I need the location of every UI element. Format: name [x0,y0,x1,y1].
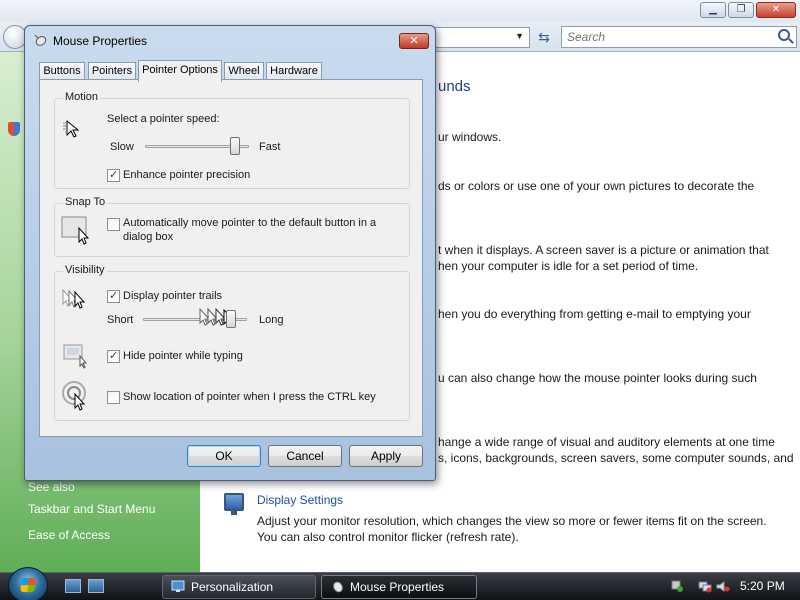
snap-to-checkbox[interactable] [107,218,120,231]
snap-to-group: Snap To Automatically move pointer to th… [54,196,410,257]
window-titlebar: ▁ ❐ ✕ [0,0,800,22]
long-label: Long [259,314,284,326]
search-icon[interactable] [778,29,790,41]
taskbar-item-personalization[interactable]: Personalization [162,575,316,599]
show-location-label: Show location of pointer when I press th… [123,391,376,403]
display-settings-description: Adjust your monitor resolution, which ch… [257,513,767,545]
address-dropdown[interactable]: ▼ [430,27,530,48]
taskbar-item-label: Mouse Properties [350,580,445,594]
network-icon[interactable] [698,580,712,593]
show-location-checkbox[interactable] [107,391,120,404]
content-line: ds or colors or use one of your own pict… [438,179,755,193]
mouse-icon [34,34,47,46]
snap-to-label-line: Automatically move pointer to the defaul… [123,217,377,229]
pointer-speed-label: Select a pointer speed: [107,113,220,125]
visibility-group: Visibility Display pointer trails Short … [54,264,410,421]
content-line: t when it displays. A screen saver is a … [438,243,769,257]
maximize-button[interactable]: ❐ [728,2,754,18]
enhance-precision-checkbox[interactable] [107,168,120,182]
content-line: hen you do everything from getting e-mai… [438,307,751,321]
pointer-speed-icon [63,119,80,138]
page-title: unds [438,78,471,95]
tab-buttons[interactable]: Buttons [39,62,85,80]
clock[interactable]: 5:20 PM [740,579,785,593]
content-line: u can also change how the mouse pointer … [438,371,757,385]
trail-cursor-icon [199,308,235,327]
see-also-heading: See also [28,480,75,494]
tab-wheel[interactable]: Wheel [224,62,264,80]
switch-windows-icon[interactable] [88,579,104,593]
pointer-trails-label: Display pointer trails [123,290,223,302]
snap-to-label-line: dialog box [123,231,174,243]
taskbar: Personalization Mouse Properties 5:20 PM [0,567,800,600]
ease-of-access-link[interactable]: Ease of Access [28,528,110,542]
fast-label: Fast [259,141,281,153]
mouse-icon [333,581,343,593]
content-line: hen your computer is idle for a set peri… [438,259,699,273]
tab-pointer-options[interactable]: Pointer Options [138,60,222,82]
content-line: ur windows. [438,130,502,144]
window-controls: ▁ ❐ ✕ [700,2,796,18]
taskbar-item-mouse-properties[interactable]: Mouse Properties [321,575,477,599]
taskbar-start-menu-link[interactable]: Taskbar and Start Menu [28,502,155,516]
tab-hardware[interactable]: Hardware [266,62,322,80]
pointer-location-icon [62,381,86,411]
slow-label: Slow [110,141,134,153]
dialog-titlebar[interactable]: Mouse Properties ✕ [25,26,435,56]
short-label: Short [107,314,134,326]
display-settings-desc-line: Adjust your monitor resolution, which ch… [257,514,767,528]
motion-group: Motion Select a pointer speed: Slow Fast… [54,91,410,189]
enhance-precision-label: Enhance pointer precision [123,169,251,181]
hide-pointer-checkbox[interactable] [107,349,120,363]
refresh-icon[interactable]: ⇆ [533,27,555,48]
minimize-button[interactable]: ▁ [700,2,726,18]
shield-icon [8,122,20,136]
security-center-icon[interactable] [670,580,684,593]
start-button[interactable] [8,567,48,600]
chevron-down-icon: ▼ [515,31,524,41]
display-settings-link[interactable]: Display Settings [257,493,343,507]
display-settings-desc-line: You can also control monitor flicker (re… [257,530,519,544]
snap-to-group-title: Snap To [63,196,108,208]
content-line: s, icons, backgrounds, screen savers, so… [438,451,794,465]
search-box [561,26,797,48]
volume-muted-icon[interactable] [716,580,730,593]
ok-button[interactable]: OK [187,445,261,467]
pointer-speed-slider[interactable] [229,137,240,155]
snap-to-icon [61,216,90,245]
close-button[interactable]: ✕ [756,2,796,18]
apply-button[interactable]: Apply [349,445,423,467]
display-settings-icon [224,493,244,515]
dialog-close-button[interactable]: ✕ [399,33,429,49]
show-desktop-icon[interactable] [65,579,81,593]
tab-pointers[interactable]: Pointers [88,62,136,80]
pointer-options-panel: Motion Select a pointer speed: Slow Fast… [39,79,423,437]
trail-length-slider[interactable] [225,310,236,328]
hide-pointer-label: Hide pointer while typing [123,350,243,362]
taskbar-item-label: Personalization [191,580,274,594]
dialog-title: Mouse Properties [53,34,148,48]
mouse-properties-dialog: Mouse Properties ✕ Buttons Pointers Poin… [24,25,436,481]
hide-pointer-icon [63,344,88,369]
cancel-button[interactable]: Cancel [268,445,342,467]
personalization-icon [171,580,185,592]
content-line: hange a wide range of visual and auditor… [438,435,775,449]
search-input[interactable] [562,27,762,47]
pointer-trails-checkbox[interactable] [107,289,120,303]
visibility-group-title: Visibility [63,264,107,276]
motion-group-title: Motion [63,91,101,103]
pointer-trails-icon [62,288,86,309]
